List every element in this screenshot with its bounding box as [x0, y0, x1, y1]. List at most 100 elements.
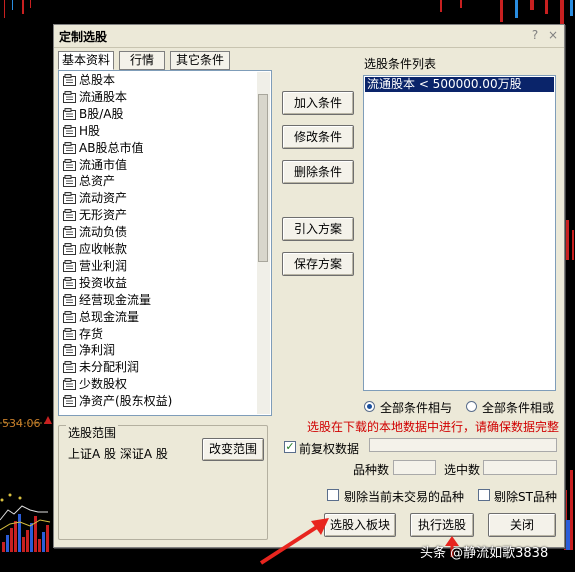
field-list-item[interactable]: 无形资产 — [63, 207, 127, 224]
field-icon — [63, 361, 77, 374]
chart-candle — [12, 0, 13, 10]
chart-candle — [22, 0, 24, 14]
field-icon — [63, 74, 77, 86]
chart-candle — [566, 520, 570, 550]
selected-field — [483, 460, 557, 475]
add-condition-button[interactable]: 加入条件 — [282, 91, 354, 115]
chart-dot — [0, 498, 4, 502]
field-list-item-label: 投资收益 — [79, 275, 128, 290]
field-icon — [63, 175, 77, 188]
field-list-item[interactable]: 投资收益 — [63, 275, 127, 292]
chart-candle — [530, 0, 534, 10]
exclude-st-label: 剔除ST品种 — [494, 490, 557, 504]
reinstate-label: 前复权数据 — [299, 442, 360, 456]
field-icon — [63, 327, 77, 340]
field-list-item[interactable]: 流动资产 — [63, 190, 127, 207]
selected-label: 选中数 — [444, 463, 481, 477]
field-list-item[interactable]: 少数股权 — [63, 376, 127, 393]
progress-field — [369, 438, 557, 452]
watermark: 头条 @静流如歌3838 — [420, 546, 549, 561]
field-list-item[interactable]: 经营现金流量 — [63, 292, 151, 309]
chart-candle — [26, 530, 29, 552]
field-icon — [63, 259, 77, 272]
field-list-item-label: 未分配利润 — [79, 360, 140, 375]
chart-candle — [6, 535, 9, 552]
chart-candle — [572, 230, 574, 260]
field-list-item-label: 总现金流量 — [79, 309, 140, 324]
field-icon — [63, 158, 77, 171]
field-list-item[interactable]: 流动负债 — [63, 224, 127, 241]
tab-quotes[interactable]: 行情 — [119, 51, 165, 70]
chart-candle — [570, 470, 573, 550]
field-list-item[interactable]: 流通市值 — [63, 157, 127, 174]
scroll-thumb[interactable] — [258, 94, 268, 262]
radio-or[interactable] — [466, 401, 477, 412]
help-button[interactable]: ? — [528, 28, 542, 42]
field-icon — [63, 310, 77, 323]
field-list[interactable]: 总股本流通股本 B股/A股 H股 AB股总市值 流通市值 总资产 流动资产无形资产 流动负债应… — [58, 70, 272, 416]
change-range-button[interactable]: 改变范围 — [202, 438, 264, 461]
field-list-item-label: AB股总市值 — [79, 140, 144, 155]
chart-candle — [2, 542, 5, 552]
chart-candle — [440, 0, 442, 12]
chart-dot — [18, 496, 22, 500]
chart-dot — [8, 493, 12, 497]
field-list-item[interactable]: 总股本 — [63, 72, 115, 89]
field-icon — [63, 192, 77, 205]
radio-or-label: 全部条件相或 — [482, 401, 555, 415]
field-icon — [63, 378, 77, 391]
condition-item[interactable]: 流通股本 < 500000.00万股 — [367, 77, 522, 92]
field-list-item[interactable]: 净资产(股东权益) — [63, 393, 172, 410]
import-scheme-button[interactable]: 引入方案 — [282, 217, 354, 241]
field-list-item[interactable]: 营业利润 — [63, 258, 127, 275]
delete-condition-button[interactable]: 删除条件 — [282, 160, 354, 184]
tab-other-conditions[interactable]: 其它条件 — [170, 51, 230, 70]
dialog-title: 定制选股 — [59, 30, 108, 44]
exclude-untraded-checkbox[interactable] — [327, 489, 339, 501]
titlebar: 定制选股 ? × — [54, 25, 564, 48]
range-group-title: 选股范围 — [66, 424, 119, 441]
modify-condition-button[interactable]: 修改条件 — [282, 125, 354, 149]
exclude-untraded-label: 剔除当前未交易的品种 — [344, 490, 465, 504]
chart-candle — [22, 537, 25, 552]
field-icon — [63, 276, 77, 289]
field-list-item-label: H股 — [79, 123, 101, 138]
save-scheme-button[interactable]: 保存方案 — [282, 252, 354, 276]
field-icon — [63, 90, 77, 103]
field-list-item-label: 总股本 — [79, 73, 116, 87]
field-list-item-label: 流通市值 — [79, 157, 128, 172]
close-button[interactable]: 关闭 — [488, 513, 556, 537]
field-list-item-label: 流动资产 — [79, 191, 128, 206]
chart-candle — [545, 0, 548, 14]
chart-candle — [30, 523, 33, 552]
chart-candle — [566, 220, 569, 260]
field-list-item[interactable]: 总现金流量 — [63, 309, 139, 326]
reinstate-checkbox[interactable]: ✓ — [284, 441, 296, 453]
tab-basic-info[interactable]: 基本资料 — [58, 51, 114, 70]
condition-list-header: 选股条件列表 — [364, 57, 437, 71]
field-list-item[interactable]: 净利润 — [63, 342, 115, 359]
execute-button[interactable]: 执行选股 — [410, 513, 474, 537]
price-label: 534.06 — [2, 417, 41, 430]
chart-candle — [46, 525, 49, 552]
field-list-item[interactable]: AB股总市值 — [63, 140, 143, 157]
field-list-item[interactable]: 总资产 — [63, 173, 115, 190]
radio-and[interactable] — [364, 401, 375, 412]
chart-candle — [18, 514, 21, 552]
chart-candle — [38, 539, 41, 552]
field-list-item-label: 无形资产 — [79, 208, 128, 223]
close-x-button[interactable]: × — [546, 28, 560, 42]
field-list-item[interactable]: H股 — [63, 123, 100, 140]
field-list-item[interactable]: 应收帐款 — [63, 241, 127, 258]
field-icon — [63, 293, 77, 306]
field-list-item[interactable]: B股/A股 — [63, 106, 124, 123]
field-list-item[interactable]: 流通股本 — [63, 89, 127, 106]
field-list-item-label: B股/A股 — [79, 106, 124, 121]
field-icon — [63, 226, 77, 239]
field-list-item[interactable]: 未分配利润 — [63, 359, 139, 376]
field-list-scrollbar[interactable] — [257, 72, 270, 414]
field-list-item[interactable]: 存货 — [63, 326, 103, 343]
chart-candle — [570, 0, 573, 16]
condition-list[interactable]: 流通股本 < 500000.00万股 — [363, 75, 556, 391]
exclude-st-checkbox[interactable] — [478, 489, 490, 501]
